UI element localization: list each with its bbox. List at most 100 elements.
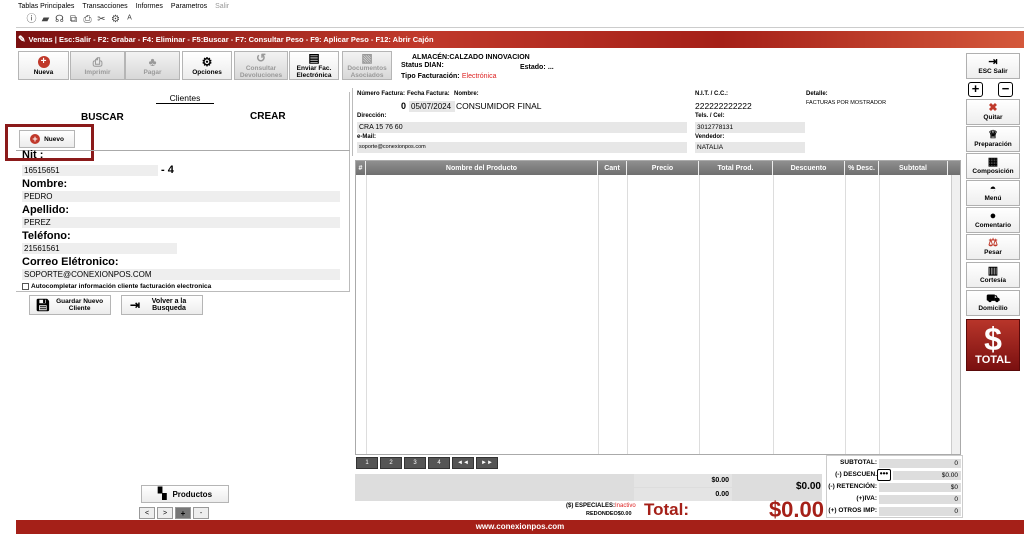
nit-dv: - 4 <box>161 164 174 176</box>
nombre-input[interactable]: PEDRO <box>22 191 340 202</box>
invoice-header: Número Factura: 0 Fecha Factura: 05/07/2… <box>352 88 962 156</box>
buscar-tab[interactable]: BUSCAR <box>81 112 124 123</box>
email-input[interactable]: soporte@conexionpos.com <box>357 142 687 153</box>
page-3[interactable]: 3 <box>404 457 426 469</box>
nueva-button[interactable]: + Nueva <box>18 51 69 80</box>
scissors-icon[interactable]: ✂ <box>96 14 107 25</box>
back-icon: ⇥ <box>129 297 141 312</box>
menu-tablas[interactable]: Tablas Principales <box>18 3 74 10</box>
nombre-label: Nombre: <box>22 178 68 190</box>
copy-icon[interactable]: ⧉ <box>68 14 79 25</box>
direccion-input[interactable]: CRA 15 76 60 <box>357 122 687 133</box>
productos-button[interactable]: ▚ Productos <box>141 485 229 503</box>
grid-line <box>627 175 628 454</box>
document-icon: ▧ <box>361 51 373 65</box>
grid-scrollbar[interactable] <box>951 175 960 454</box>
nit-label: Nit : <box>22 149 44 161</box>
nombre-label: Nombre: <box>454 91 479 97</box>
numero-factura-label: Número Factura: <box>357 91 406 97</box>
imprimir-button[interactable]: ⎙ Imprimir <box>70 51 125 80</box>
quitar-button[interactable]: ✖ Quitar <box>966 99 1020 125</box>
menu-button[interactable]: ◓ Menú <box>966 180 1020 206</box>
tab-clientes[interactable]: Clientes <box>156 93 214 104</box>
descuento-value: $0.00 <box>893 471 961 480</box>
client-panel: Clientes BUSCAR CREAR + Nuevo Nit : 1651… <box>5 92 350 292</box>
consultar-devoluciones-button[interactable]: ↺ Consultar Devoluciones <box>234 51 288 80</box>
product-nav: < > + - <box>139 507 209 519</box>
nit-input[interactable]: 16515651 <box>22 165 158 176</box>
preparacion-button[interactable]: ♕ Preparación <box>966 126 1020 152</box>
esc-salir-button[interactable]: ⇥ ESC Salir <box>966 53 1020 79</box>
zoom-out-button[interactable]: − <box>998 82 1013 97</box>
col-pct-desc: % Desc. <box>845 161 879 175</box>
cart-icon: ✎ <box>18 34 26 44</box>
page-first[interactable]: ◄◄ <box>452 457 474 469</box>
grid-line <box>773 175 774 454</box>
detalle-value[interactable]: FACTURAS POR MOSTRADOR <box>806 100 960 110</box>
return-icon: ↺ <box>255 51 267 65</box>
apellido-label: Apellido: <box>22 204 70 216</box>
summary-value-3: $0.00 <box>795 481 821 492</box>
exit-icon: ⇥ <box>988 56 998 68</box>
menu-transacciones[interactable]: Transacciones <box>82 3 127 10</box>
pesar-button[interactable]: ⚖ Pesar <box>966 234 1020 260</box>
letters-icon[interactable]: ᴬ <box>124 14 135 25</box>
descuento-more-button[interactable]: ••• <box>877 469 891 481</box>
menu-parametros[interactable]: Parametros <box>171 3 207 10</box>
guardar-cliente-button[interactable]: 💾︎ Guardar Nuevo Cliente <box>29 295 111 315</box>
crear-tab[interactable]: CREAR <box>250 111 286 122</box>
col-precio: Precio <box>627 161 699 175</box>
footer-bar[interactable]: www.conexionpos.com <box>16 520 1024 534</box>
gear-icon[interactable]: ⚙ <box>110 14 121 25</box>
page-2[interactable]: 2 <box>380 457 402 469</box>
page-last[interactable]: ►► <box>476 457 498 469</box>
composicion-button[interactable]: ▦ Composición <box>966 153 1020 179</box>
enviar-factura-button[interactable]: ▤ Enviar Fac. Electrónica <box>289 51 339 80</box>
domicilio-button[interactable]: ⛟ Domicilio <box>966 290 1020 316</box>
menu-salir[interactable]: Salir <box>215 3 229 10</box>
opciones-button[interactable]: ⚙ Opciones <box>182 51 232 80</box>
nav-next[interactable]: > <box>157 507 173 519</box>
retencion-value: $0 <box>879 483 961 492</box>
col-nombre: Nombre del Producto <box>366 161 598 175</box>
page-4[interactable]: 4 <box>428 457 450 469</box>
nuevo-client-button[interactable]: + Nuevo <box>19 130 75 148</box>
cortesia-button[interactable]: ▥ Cortesía <box>966 262 1020 288</box>
telefono-label: Teléfono: <box>22 230 71 242</box>
printer-icon: ⎙ <box>92 54 103 69</box>
fecha-factura-input[interactable]: 05/07/2024 <box>409 101 455 112</box>
vendedor-input[interactable]: NATALIA <box>695 142 805 153</box>
email-label: e-Mail: <box>357 134 377 140</box>
total-button[interactable]: $ TOTAL <box>966 319 1020 371</box>
menu-informes[interactable]: Informes <box>136 3 163 10</box>
chat-icon[interactable]: ▰ <box>40 14 51 25</box>
grid-line <box>366 175 367 454</box>
telefono-input[interactable]: 21561561 <box>22 243 177 254</box>
grid-header: # Nombre del Producto Cant Precio Total … <box>356 161 960 175</box>
tels-input[interactable]: 3012778131 <box>695 122 805 133</box>
nav-remove[interactable]: - <box>193 507 209 519</box>
headphones-icon[interactable]: ☊ <box>54 14 65 25</box>
print-icon[interactable]: ⎙ <box>82 14 93 25</box>
nav-prev[interactable]: < <box>139 507 155 519</box>
volver-busqueda-button[interactable]: ⇥ Volver a la Busqueda <box>121 295 203 315</box>
summary-value-1: $0.00 <box>634 474 732 487</box>
fecha-factura-label: Fecha Factura: <box>407 91 450 97</box>
retencion-label: (-) RETENCIÓN: <box>828 483 877 490</box>
zoom-in-button[interactable]: + <box>968 82 983 97</box>
dollar-icon: $ <box>984 321 1002 357</box>
apellido-input[interactable]: PEREZ <box>22 217 340 228</box>
pagar-button[interactable]: ♣ Pagar <box>125 51 180 80</box>
otros-label: (+) OTROS IMP: <box>828 507 877 514</box>
grid-line <box>879 175 880 454</box>
autocomplete-checkbox[interactable] <box>22 283 29 290</box>
nav-add[interactable]: + <box>175 507 191 519</box>
info-icon[interactable]: ⓘ <box>26 14 37 25</box>
page-1[interactable]: 1 <box>356 457 378 469</box>
comentario-button[interactable]: ● Comentario <box>966 207 1020 233</box>
otros-value: 0 <box>879 507 961 516</box>
scale-icon: ⚖ <box>988 237 998 249</box>
detalle-label: Detalle: <box>806 91 828 97</box>
correo-input[interactable]: SOPORTE@CONEXIONPOS.COM <box>22 269 340 280</box>
documentos-asociados-button[interactable]: ▧ Documentos Asociados <box>342 51 392 80</box>
